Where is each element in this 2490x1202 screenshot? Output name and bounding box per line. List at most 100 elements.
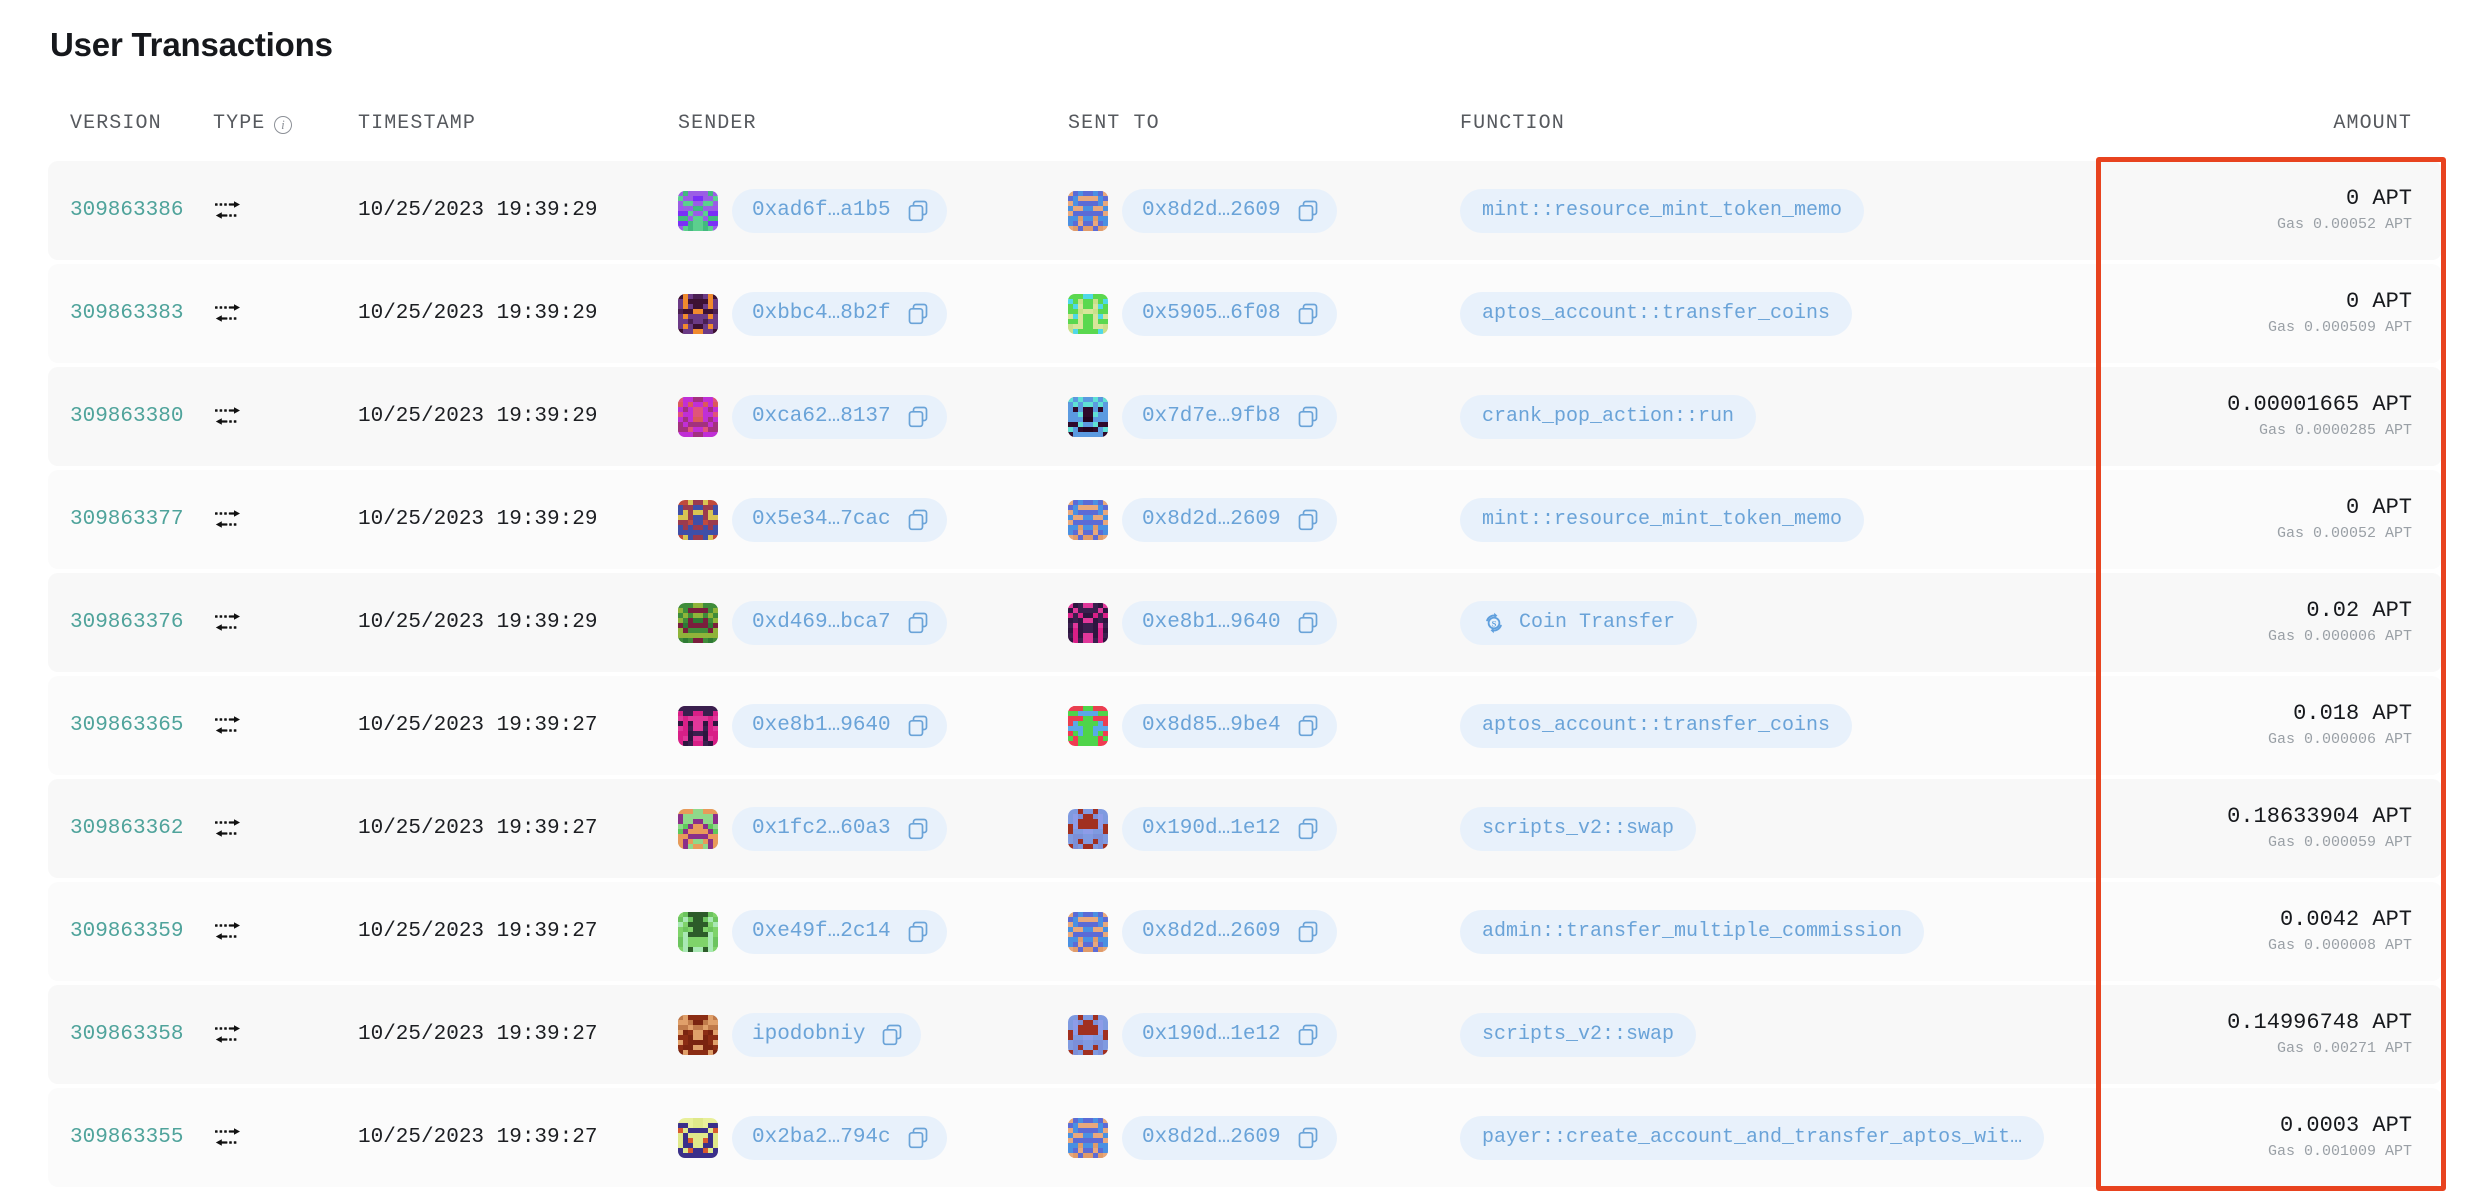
column-header-type[interactable]: TYPE i: [213, 112, 358, 157]
version-link[interactable]: 309863377: [70, 508, 183, 531]
copy-icon[interactable]: [907, 612, 929, 634]
cell-type: [213, 779, 358, 878]
copy-icon[interactable]: [1297, 1024, 1319, 1046]
version-link[interactable]: 309863386: [70, 199, 183, 222]
function-pill[interactable]: mint::resource_mint_token_memo: [1460, 188, 1865, 233]
copy-icon[interactable]: [1297, 1127, 1319, 1149]
amount-value: 0.14996748 APT: [2227, 1010, 2412, 1036]
copy-icon[interactable]: [1297, 406, 1319, 428]
copy-icon[interactable]: [1297, 715, 1319, 737]
sender-address-pill[interactable]: 0xe8b1…9640: [732, 703, 947, 748]
copy-icon[interactable]: [907, 200, 929, 222]
function-pill[interactable]: aptos_account::transfer_coins: [1460, 291, 1853, 336]
cell-version[interactable]: 309863355: [48, 1088, 213, 1187]
version-link[interactable]: 309863358: [70, 1023, 183, 1046]
recipient-address-pill[interactable]: 0x5905…6f08: [1122, 291, 1337, 336]
recipient-address-group: 0x8d2d…2609: [1068, 188, 1460, 233]
function-pill[interactable]: payer::create_account_and_transfer_aptos…: [1460, 1115, 2045, 1160]
function-pill[interactable]: crank_pop_action::run: [1460, 394, 1757, 439]
cell-timestamp: 10/25/2023 19:39:29: [358, 470, 678, 569]
gas-value: Gas 0.000006 APT: [2267, 731, 2412, 749]
copy-icon[interactable]: [1297, 509, 1319, 531]
table-row[interactable]: 309863376 10/25/2023 19:39:29 0xd469…bca…: [48, 573, 2442, 672]
sender-address-pill[interactable]: 0xe49f…2c14: [732, 909, 947, 954]
cell-amount: 0.02 APT Gas 0.000006 APT: [2100, 573, 2442, 672]
sender-avatar: [678, 808, 718, 849]
table-row[interactable]: 309863358 10/25/2023 19:39:27 ipodobniy: [48, 985, 2442, 1084]
cell-version[interactable]: 309863383: [48, 264, 213, 363]
table-row[interactable]: 309863377 10/25/2023 19:39:29 0x5e34…7ca…: [48, 470, 2442, 569]
table-row[interactable]: 309863355 10/25/2023 19:39:27 0x2ba2…794…: [48, 1088, 2442, 1187]
info-circle-icon[interactable]: i: [274, 115, 293, 134]
cell-version[interactable]: 309863359: [48, 882, 213, 981]
copy-icon[interactable]: [907, 818, 929, 840]
copy-icon[interactable]: [1297, 818, 1319, 840]
timestamp-text: 10/25/2023 19:39:29: [358, 199, 598, 222]
table-row[interactable]: 309863359 10/25/2023 19:39:27 0xe49f…2c1…: [48, 882, 2442, 981]
sender-address-pill[interactable]: 0x5e34…7cac: [732, 497, 947, 542]
function-pill[interactable]: aptos_account::transfer_coins: [1460, 703, 1853, 748]
sender-address-pill[interactable]: 0xbbc4…8b2f: [732, 291, 947, 336]
copy-icon[interactable]: [907, 1127, 929, 1149]
sender-address-pill[interactable]: 0x2ba2…794c: [732, 1115, 947, 1160]
copy-icon[interactable]: [1297, 303, 1319, 325]
column-header-version[interactable]: VERSION: [48, 112, 213, 157]
function-pill[interactable]: mint::resource_mint_token_memo: [1460, 497, 1865, 542]
version-link[interactable]: 309863359: [70, 920, 183, 943]
sender-address-pill[interactable]: 0xca62…8137: [732, 394, 947, 439]
sender-address-pill[interactable]: 0xd469…bca7: [732, 600, 947, 645]
copy-icon[interactable]: [907, 406, 929, 428]
recipient-address-pill[interactable]: 0x8d2d…2609: [1122, 909, 1337, 954]
recipient-address-pill[interactable]: 0xe8b1…9640: [1122, 600, 1337, 645]
cell-version[interactable]: 309863358: [48, 985, 213, 1084]
recipient-address-pill[interactable]: 0x8d2d…2609: [1122, 1115, 1337, 1160]
recipient-address-pill[interactable]: 0x8d2d…2609: [1122, 188, 1337, 233]
column-header-timestamp[interactable]: TIMESTAMP: [358, 112, 678, 157]
copy-icon[interactable]: [881, 1024, 903, 1046]
cell-version[interactable]: 309863380: [48, 367, 213, 466]
copy-icon[interactable]: [907, 921, 929, 943]
copy-icon[interactable]: [907, 303, 929, 325]
version-link[interactable]: 309863365: [70, 714, 183, 737]
copy-icon[interactable]: [1297, 612, 1319, 634]
recipient-address-pill[interactable]: 0x8d85…9be4: [1122, 703, 1337, 748]
recipient-address-pill[interactable]: 0x8d2d…2609: [1122, 497, 1337, 542]
column-header-sender[interactable]: SENDER: [678, 112, 1068, 157]
sender-address-group: 0x1fc2…60a3: [678, 806, 1068, 851]
copy-icon[interactable]: [907, 509, 929, 531]
cell-version[interactable]: 309863365: [48, 676, 213, 775]
column-header-function[interactable]: FUNCTION: [1460, 112, 2100, 157]
version-link[interactable]: 309863376: [70, 611, 183, 634]
sender-address-pill[interactable]: 0xad6f…a1b5: [732, 188, 947, 233]
copy-icon[interactable]: [1297, 200, 1319, 222]
copy-icon[interactable]: [1297, 921, 1319, 943]
table-row[interactable]: 309863365 10/25/2023 19:39:27 0xe8b1…964…: [48, 676, 2442, 775]
version-link[interactable]: 309863362: [70, 817, 183, 840]
version-link[interactable]: 309863383: [70, 302, 183, 325]
table-row[interactable]: 309863386 10/25/2023 19:39:29 0xad6f…a1b…: [48, 161, 2442, 260]
table-row[interactable]: 309863383 10/25/2023 19:39:29 0xbbc4…8b2…: [48, 264, 2442, 363]
function-pill[interactable]: scripts_v2::swap: [1460, 806, 1697, 851]
function-pill[interactable]: scripts_v2::swap: [1460, 1012, 1697, 1057]
cell-version[interactable]: 309863377: [48, 470, 213, 569]
copy-icon[interactable]: [907, 715, 929, 737]
cell-version[interactable]: 309863362: [48, 779, 213, 878]
version-link[interactable]: 309863380: [70, 405, 183, 428]
cell-version[interactable]: 309863376: [48, 573, 213, 672]
sender-address-pill[interactable]: 0x1fc2…60a3: [732, 806, 947, 851]
cell-sent-to: 0x8d2d…2609: [1068, 161, 1460, 260]
function-text: admin::transfer_multiple_commission: [1482, 920, 1903, 943]
recipient-address-pill[interactable]: 0x190d…1e12: [1122, 1012, 1337, 1057]
sender-address-pill[interactable]: ipodobniy: [732, 1012, 922, 1057]
function-pill[interactable]: admin::transfer_multiple_commission: [1460, 909, 1925, 954]
column-header-amount[interactable]: AMOUNT: [2100, 112, 2442, 157]
cell-version[interactable]: 309863386: [48, 161, 213, 260]
table-row[interactable]: 309863362 10/25/2023 19:39:27 0x1fc2…60a…: [48, 779, 2442, 878]
recipient-address-pill[interactable]: 0x7d7e…9fb8: [1122, 394, 1337, 439]
recipient-address-pill[interactable]: 0x190d…1e12: [1122, 806, 1337, 851]
version-link[interactable]: 309863355: [70, 1126, 183, 1149]
table-row[interactable]: 309863380 10/25/2023 19:39:29 0xca62…813…: [48, 367, 2442, 466]
bidirectional-transfer-icon: [215, 303, 240, 322]
column-header-sent-to[interactable]: SENT TO: [1068, 112, 1460, 157]
function-pill[interactable]: S Coin Transfer: [1460, 600, 1698, 645]
